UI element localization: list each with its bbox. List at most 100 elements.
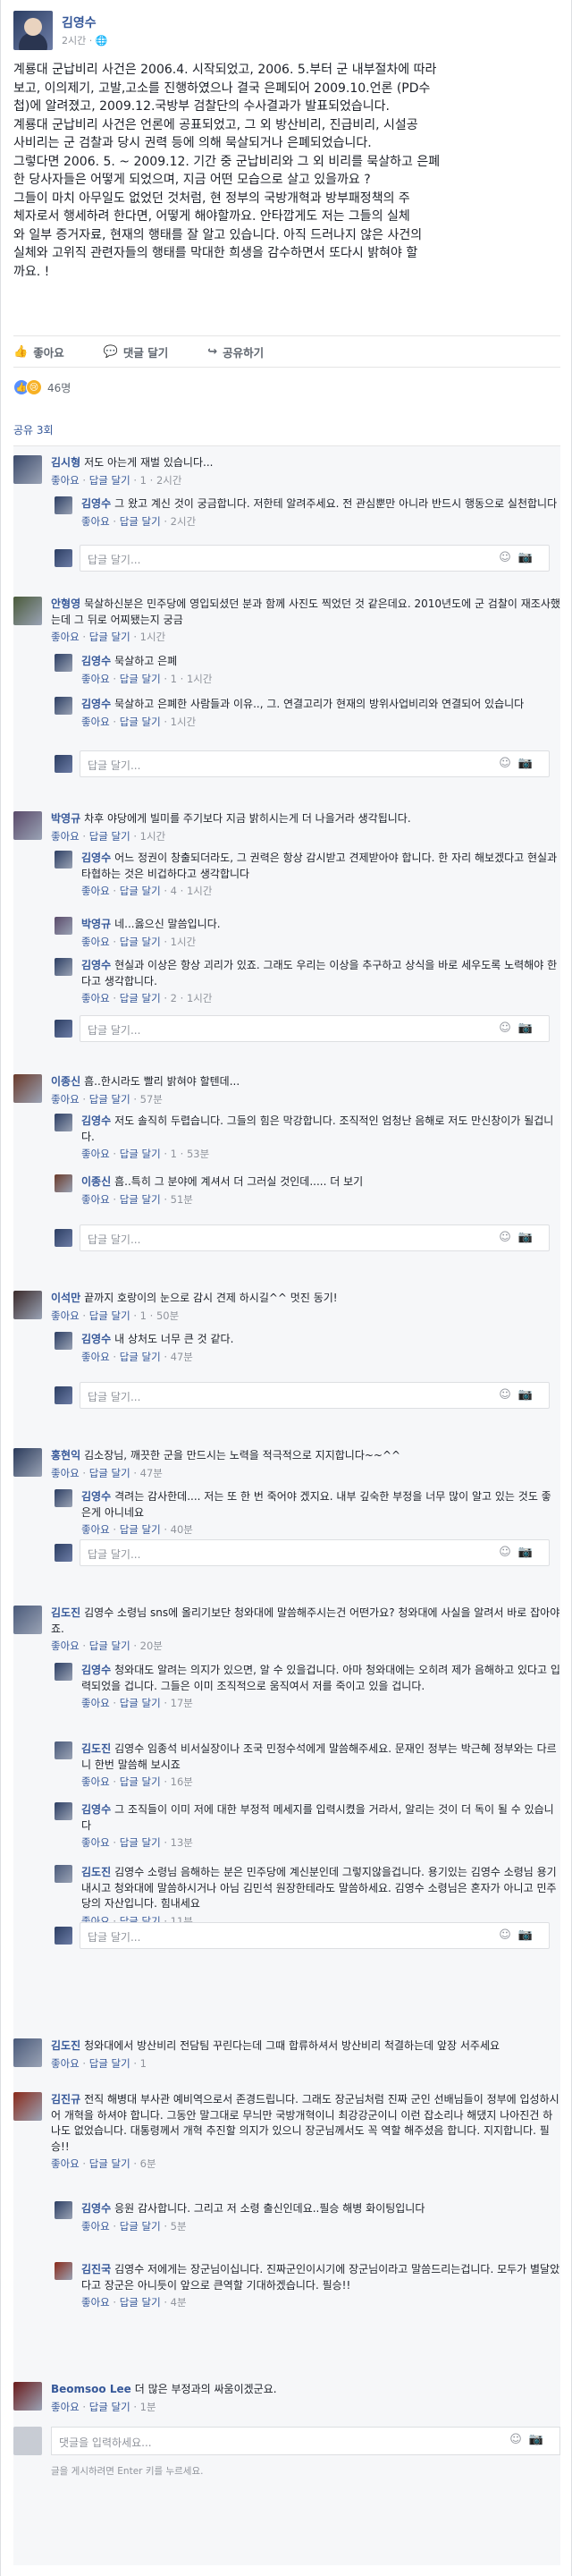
comment-like-link[interactable]: 좋아요	[81, 1775, 110, 1788]
commenter-avatar[interactable]	[13, 2038, 42, 2067]
comment-like-link[interactable]: 좋아요	[51, 1467, 80, 1479]
commenter-avatar[interactable]	[13, 1606, 42, 1634]
commenter-avatar[interactable]	[13, 811, 42, 840]
comment-like-link[interactable]: 좋아요	[51, 1640, 80, 1652]
commenter-name[interactable]: 김도진	[81, 1742, 111, 1755]
comment-reply-link[interactable]: 답글 달기	[120, 1193, 161, 1206]
commenter-avatar[interactable]	[55, 697, 72, 715]
commenter-name[interactable]: 김영수	[81, 2202, 111, 2215]
commenter-name[interactable]: 김영수	[81, 1114, 111, 1127]
comment-reply-link[interactable]: 답글 달기	[120, 1523, 161, 1536]
share-button[interactable]: ↪ 공유하기	[207, 343, 264, 360]
commenter-name[interactable]: 이석만	[51, 1292, 80, 1304]
comment-like-link[interactable]: 좋아요	[81, 885, 110, 897]
commenter-name[interactable]: 김영수	[81, 655, 111, 667]
comment-reply-link[interactable]: 답글 달기	[120, 936, 161, 948]
commenter-name[interactable]: 김영수	[81, 1333, 111, 1345]
reply-input[interactable]: 답글 달기... ☺📷	[80, 1224, 550, 1251]
comment-like-link[interactable]: 좋아요	[51, 830, 80, 843]
commenter-name[interactable]: 홍현익	[51, 1449, 80, 1462]
comment-like-link[interactable]: 좋아요	[81, 716, 110, 728]
commenter-avatar[interactable]	[55, 958, 72, 976]
reply-input[interactable]: 답글 달기... ☺📷	[80, 545, 550, 572]
comment-reply-link[interactable]: 답글 달기	[89, 631, 130, 643]
reply-input[interactable]: 답글 달기... ☺📷	[80, 1539, 550, 1566]
comment-reply-link[interactable]: 답글 달기	[120, 992, 161, 1004]
reply-input[interactable]: 답글 달기... ☺📷	[80, 1922, 550, 1949]
commenter-name[interactable]: 박영규	[51, 812, 80, 825]
comment-reply-link[interactable]: 답글 달기	[120, 716, 161, 728]
post-time[interactable]: 2시간 ·	[62, 35, 96, 47]
emoji-camera-icon[interactable]: ☺📷	[509, 2433, 551, 2446]
comment-like-link[interactable]: 좋아요	[81, 992, 110, 1004]
share-count[interactable]: 공유 3회	[13, 422, 54, 437]
commenter-avatar[interactable]	[55, 1114, 72, 1131]
comment-reply-link[interactable]: 답글 달기	[120, 1148, 161, 1160]
commenter-avatar[interactable]	[55, 1174, 72, 1192]
commenter-avatar[interactable]	[13, 455, 42, 484]
comment-reply-link[interactable]: 답글 달기	[120, 1836, 161, 1849]
comment-reply-link[interactable]: 답글 달기	[89, 474, 130, 487]
comment-reply-link[interactable]: 답글 달기	[89, 830, 130, 843]
commenter-avatar[interactable]	[55, 1802, 72, 1820]
commenter-avatar[interactable]	[13, 1291, 42, 1319]
commenter-avatar[interactable]	[55, 1332, 72, 1350]
comment-reply-link[interactable]: 답글 달기	[120, 885, 161, 897]
comment-like-link[interactable]: 좋아요	[81, 936, 110, 948]
commenter-avatar[interactable]	[55, 1741, 72, 1759]
comment-like-link[interactable]: 좋아요	[81, 515, 110, 528]
commenter-name[interactable]: 박영규	[81, 918, 111, 930]
author-avatar[interactable]	[13, 11, 53, 50]
emoji-camera-icon[interactable]: ☺📷	[499, 551, 540, 564]
commenter-name[interactable]: 김영수	[81, 959, 111, 971]
commenter-name[interactable]: Beomsoo Lee	[51, 2383, 131, 2395]
author-name[interactable]: 김영수	[62, 13, 107, 31]
commenter-avatar[interactable]	[13, 2092, 42, 2121]
commenter-name[interactable]: 김영수	[81, 1490, 111, 1503]
emoji-camera-icon[interactable]: ☺📷	[499, 1546, 540, 1559]
emoji-camera-icon[interactable]: ☺📷	[499, 757, 540, 770]
commenter-name[interactable]: 김영수	[81, 1803, 111, 1816]
comment-reply-link[interactable]: 답글 달기	[89, 1309, 130, 1322]
reply-input[interactable]: 답글 달기... ☺📷	[80, 750, 550, 777]
commenter-avatar[interactable]	[13, 2382, 42, 2411]
commenter-name[interactable]: 김도진	[81, 1866, 111, 1878]
comment-like-link[interactable]: 좋아요	[81, 1193, 110, 1206]
comment-reply-link[interactable]: 답글 달기	[120, 1697, 161, 1709]
commenter-avatar[interactable]	[55, 2262, 72, 2280]
commenter-avatar[interactable]	[55, 917, 72, 935]
comment-reply-link[interactable]: 답글 달기	[89, 1467, 130, 1479]
emoji-camera-icon[interactable]: ☺📷	[499, 1388, 540, 1402]
comment-like-link[interactable]: 좋아요	[51, 474, 80, 487]
commenter-name[interactable]: 이종신	[81, 1175, 111, 1188]
comment-like-link[interactable]: 좋아요	[81, 2220, 110, 2233]
comment-like-link[interactable]: 좋아요	[81, 1148, 110, 1160]
comment-reply-link[interactable]: 답글 달기	[120, 1775, 161, 1788]
commenter-name[interactable]: 김도진	[51, 1606, 80, 1619]
commenter-name[interactable]: 이종신	[51, 1075, 80, 1088]
reply-input[interactable]: 답글 달기... ☺📷	[80, 1382, 550, 1409]
comment-input[interactable]: 댓글을 입력하세요... ☺📷	[51, 2427, 560, 2455]
comment-like-link[interactable]: 좋아요	[81, 1697, 110, 1709]
comment-like-link[interactable]: 좋아요	[51, 1093, 80, 1106]
commenter-name[interactable]: 김영수	[81, 497, 111, 510]
commenter-avatar[interactable]	[55, 1663, 72, 1681]
comment-reply-link[interactable]: 답글 달기	[89, 2157, 130, 2170]
commenter-name[interactable]: 김영수	[81, 852, 111, 864]
comment-reply-link[interactable]: 답글 달기	[89, 2401, 130, 2413]
commenter-name[interactable]: 김도진	[51, 2039, 80, 2052]
commenter-avatar[interactable]	[55, 1865, 72, 1883]
commenter-name[interactable]: 김시형	[51, 456, 80, 469]
commenter-avatar[interactable]	[13, 1074, 42, 1103]
reply-input[interactable]: 답글 달기... ☺📷	[80, 1015, 550, 1042]
comment-like-link[interactable]: 좋아요	[51, 2057, 80, 2070]
comment-reply-link[interactable]: 답글 달기	[89, 2057, 130, 2070]
comment-like-link[interactable]: 좋아요	[81, 673, 110, 685]
commenter-avatar[interactable]	[55, 1489, 72, 1507]
commenter-name[interactable]: 김진국	[81, 2263, 111, 2275]
comment-like-link[interactable]: 좋아요	[81, 1836, 110, 1849]
like-button[interactable]: 👍 좋아요	[13, 343, 64, 360]
commenter-name[interactable]: 김영수	[81, 1664, 111, 1676]
commenter-name[interactable]: 김진규	[51, 2093, 80, 2106]
comment-like-link[interactable]: 좋아요	[51, 2401, 80, 2413]
